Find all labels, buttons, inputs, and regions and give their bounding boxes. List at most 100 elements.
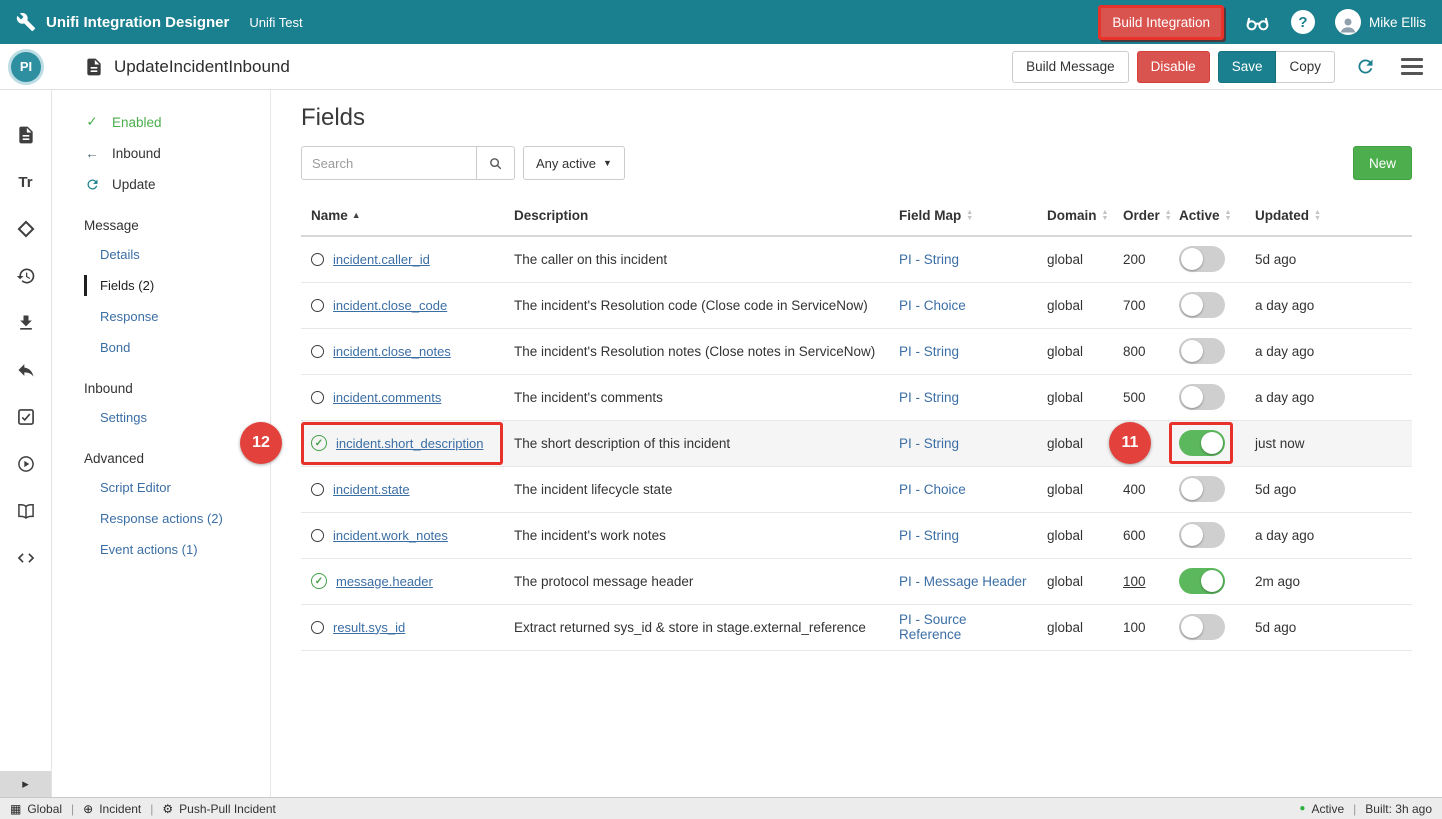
sidebar-item-event-actions[interactable]: Event actions (1) [52, 534, 270, 565]
field-map-link[interactable]: PI - Source Reference [899, 612, 967, 642]
active-toggle[interactable] [1179, 292, 1225, 318]
field-updated: 5d ago [1247, 236, 1412, 282]
table-row[interactable]: incident.caller_id The caller on this in… [301, 236, 1412, 282]
integration-label[interactable]: Push-Pull Incident [179, 802, 276, 816]
download-icon[interactable] [15, 312, 37, 334]
build-integration-button[interactable]: Build Integration [1101, 8, 1221, 37]
field-domain: global [1039, 604, 1115, 650]
field-name-link[interactable]: incident.work_notes [333, 528, 448, 543]
sidebar-item-response[interactable]: Response [52, 301, 270, 332]
text-icon[interactable]: Tr [15, 171, 37, 193]
column-header-description[interactable]: Description [506, 196, 891, 236]
play-icon[interactable] [15, 453, 37, 475]
field-name-link[interactable]: incident.close_code [333, 298, 447, 313]
active-toggle[interactable] [1179, 568, 1225, 594]
sidebar-item-enabled[interactable]: ✓ Enabled [52, 106, 270, 138]
grid-icon[interactable]: ▦ [10, 802, 21, 816]
tasks-icon[interactable] [15, 406, 37, 428]
field-name-link[interactable]: incident.short_description [336, 436, 483, 451]
sidebar-item-script-editor[interactable]: Script Editor [52, 472, 270, 503]
column-header-active[interactable]: Active▲▼ [1171, 196, 1247, 236]
active-toggle[interactable] [1179, 430, 1225, 456]
active-toggle[interactable] [1179, 246, 1225, 272]
save-button[interactable]: Save [1218, 51, 1277, 83]
table-row[interactable]: incident.close_code The incident's Resol… [301, 282, 1412, 328]
active-toggle[interactable] [1179, 476, 1225, 502]
search-icon [488, 156, 503, 171]
copy-button[interactable]: Copy [1276, 51, 1335, 83]
diamond-icon[interactable] [15, 218, 37, 240]
page-title: Fields [301, 104, 1412, 132]
glasses-icon[interactable] [1244, 9, 1271, 36]
user-menu[interactable]: Mike Ellis [1335, 9, 1426, 35]
sidebar-item-fields[interactable]: Fields (2) [52, 270, 270, 301]
active-toggle[interactable] [1179, 384, 1225, 410]
field-map-link[interactable]: PI - Choice [899, 482, 966, 497]
active-filter-dropdown[interactable]: Any active ▼ [523, 146, 625, 180]
field-name-link[interactable]: incident.comments [333, 390, 441, 405]
table-row[interactable]: incident.work_notes The incident's work … [301, 512, 1412, 558]
active-toggle[interactable] [1179, 522, 1225, 548]
active-toggle[interactable] [1179, 338, 1225, 364]
field-map-link[interactable]: PI - Choice [899, 298, 966, 313]
table-row[interactable]: ✓message.header The protocol message hea… [301, 558, 1412, 604]
history-icon[interactable] [15, 265, 37, 287]
app-icon[interactable]: ⊕ [83, 802, 93, 816]
app-body: Tr ▸ ✓ Enabled ← Inboun [0, 90, 1442, 797]
field-updated: a day ago [1247, 282, 1412, 328]
sidebar-item-response-actions[interactable]: Response actions (2) [52, 503, 270, 534]
column-header-field-map[interactable]: Field Map▲▼ [891, 196, 1039, 236]
help-icon[interactable]: ? [1291, 10, 1315, 34]
table-row[interactable]: incident.comments The incident's comment… [301, 374, 1412, 420]
sidebar-item-settings[interactable]: Settings [52, 402, 270, 433]
table-row[interactable]: result.sys_id Extract returned sys_id & … [301, 604, 1412, 650]
gear-icon[interactable]: ⚙ [162, 802, 173, 816]
column-header-name[interactable]: Name▲ [301, 196, 506, 236]
sidebar-item-details[interactable]: Details [52, 239, 270, 270]
refresh-icon[interactable] [1355, 56, 1376, 77]
field-map-link[interactable]: PI - Message Header [899, 574, 1027, 589]
new-button[interactable]: New [1353, 146, 1412, 180]
scope-label[interactable]: Global [27, 802, 62, 816]
field-name-link[interactable]: message.header [336, 574, 433, 589]
search-button[interactable] [477, 146, 515, 180]
field-domain: global [1039, 282, 1115, 328]
column-header-order[interactable]: Order▲▼ [1115, 196, 1171, 236]
field-map-link[interactable]: PI - String [899, 344, 959, 359]
field-name-link[interactable]: incident.caller_id [333, 252, 430, 267]
pi-avatar[interactable]: PI [8, 49, 44, 85]
undo-icon[interactable] [15, 359, 37, 381]
inactive-status-icon [311, 529, 324, 542]
field-map-link[interactable]: PI - String [899, 390, 959, 405]
sidebar-item-bond[interactable]: Bond [52, 332, 270, 363]
field-map-link[interactable]: PI - String [899, 436, 959, 451]
book-icon[interactable] [15, 500, 37, 522]
collapse-arrow-icon: ▸ [22, 776, 29, 792]
field-map-link[interactable]: PI - String [899, 528, 959, 543]
sidebar-item-inbound-flag[interactable]: ← Inbound [52, 138, 270, 169]
disable-button[interactable]: Disable [1137, 51, 1210, 83]
field-name-link[interactable]: incident.state [333, 482, 410, 497]
rail-collapse-button[interactable]: ▸ [0, 771, 51, 797]
toolbar: Any active ▼ New [301, 146, 1412, 180]
table-row-short-description[interactable]: ✓ incident.short_description 12 The shor… [301, 420, 1412, 466]
field-name-link[interactable]: incident.close_notes [333, 344, 451, 359]
active-toggle[interactable] [1179, 614, 1225, 640]
workspace-name[interactable]: Unifi Test [249, 15, 302, 30]
build-message-button[interactable]: Build Message [1012, 51, 1129, 83]
table-row[interactable]: incident.close_notes The incident's Reso… [301, 328, 1412, 374]
column-header-updated[interactable]: Updated▲▼ [1247, 196, 1412, 236]
table-row[interactable]: incident.state The incident lifecycle st… [301, 466, 1412, 512]
code-icon[interactable] [15, 547, 37, 569]
field-map-link[interactable]: PI - String [899, 252, 959, 267]
field-description: The incident lifecycle state [506, 466, 891, 512]
sidebar-item-update[interactable]: Update [52, 169, 270, 200]
search-input[interactable] [301, 146, 477, 180]
section-title-advanced: Advanced [52, 433, 270, 472]
column-header-domain[interactable]: Domain▲▼ [1039, 196, 1115, 236]
search-group [301, 146, 515, 180]
document-icon[interactable] [15, 124, 37, 146]
app-label[interactable]: Incident [99, 802, 141, 816]
field-name-link[interactable]: result.sys_id [333, 620, 405, 635]
menu-icon[interactable] [1398, 55, 1426, 78]
